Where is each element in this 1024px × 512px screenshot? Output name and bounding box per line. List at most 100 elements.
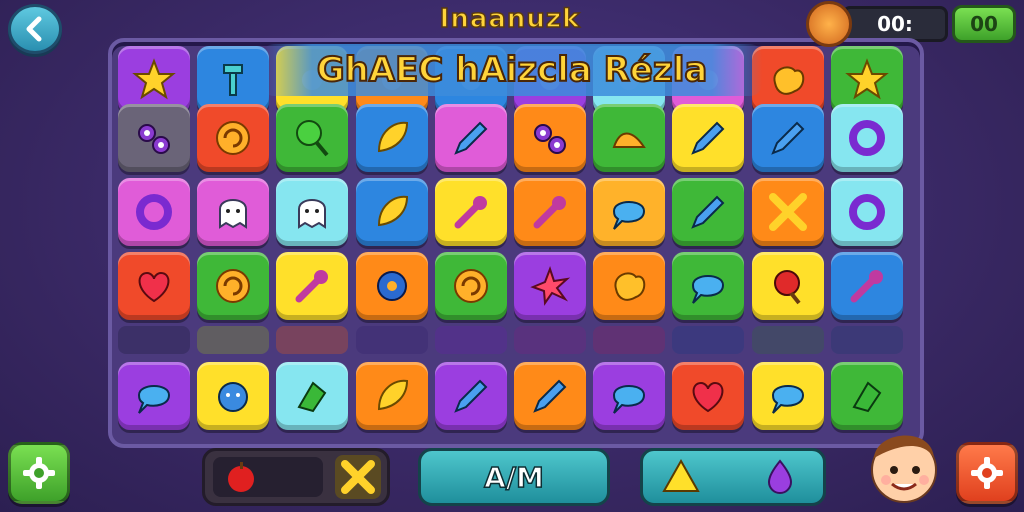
gear-icon — [971, 457, 1003, 489]
drop-icon[interactable] — [765, 458, 795, 494]
triangle-icon[interactable] — [661, 458, 701, 494]
ghost-icon — [298, 199, 327, 229]
wrench-icon — [454, 196, 487, 229]
game-tile[interactable] — [355, 178, 428, 246]
balloon-icon — [296, 120, 329, 157]
game-tile[interactable] — [751, 178, 824, 246]
game-tile[interactable] — [514, 178, 586, 246]
chevron-left-icon — [26, 16, 42, 42]
head-icon — [218, 382, 249, 412]
game-tile[interactable] — [751, 362, 824, 430]
game-tile[interactable] — [276, 252, 349, 320]
mallet-icon — [773, 270, 801, 305]
empty-slot-strip — [276, 326, 349, 354]
speech-bubble-icon — [613, 385, 646, 414]
cross-icon — [768, 193, 807, 231]
leaf-icon — [377, 195, 408, 227]
item-slot-bar — [202, 448, 390, 506]
game-tile[interactable] — [514, 104, 586, 172]
horn-icon — [612, 132, 647, 148]
left-settings-button[interactable] — [8, 442, 70, 504]
game-tile[interactable] — [355, 104, 428, 172]
speech-bubble-icon — [692, 275, 725, 304]
game-tile[interactable] — [434, 362, 507, 430]
pencil-icon — [454, 121, 488, 155]
game-tile[interactable] — [514, 362, 586, 430]
game-tile[interactable] — [672, 178, 745, 246]
blob-icon — [614, 272, 646, 301]
game-tile[interactable] — [434, 252, 507, 320]
game-tile[interactable] — [593, 104, 666, 172]
game-tile[interactable] — [830, 252, 903, 320]
star-icon — [844, 58, 889, 100]
game-tile[interactable] — [118, 252, 190, 320]
game-tile[interactable] — [276, 178, 349, 246]
empty-slot-strip — [355, 326, 428, 354]
game-tile[interactable] — [672, 362, 745, 430]
item-slot[interactable] — [213, 457, 323, 497]
tool-icon — [223, 64, 244, 96]
game-tile[interactable] — [276, 104, 349, 172]
cross-powerup[interactable] — [335, 455, 381, 499]
empty-slot-strip — [118, 326, 190, 354]
game-tile[interactable] — [197, 104, 270, 172]
wrench-icon — [295, 270, 329, 303]
empty-slot-strip — [593, 326, 666, 354]
game-tile[interactable] — [514, 252, 586, 320]
speech-bubble-icon — [613, 201, 646, 230]
center-action-button[interactable]: A/M — [418, 448, 610, 506]
game-tile[interactable] — [672, 252, 745, 320]
powerup-bar — [640, 448, 826, 506]
ghost-icon — [219, 199, 248, 229]
empty-slot-strip — [434, 326, 507, 354]
game-tile[interactable] — [434, 104, 507, 172]
right-settings-button[interactable] — [956, 442, 1018, 504]
gear-icon — [23, 457, 55, 489]
empty-slot-strip — [672, 326, 745, 354]
game-tile[interactable] — [355, 362, 428, 430]
star-icon — [132, 58, 176, 100]
pencil-icon — [691, 121, 725, 155]
pencil-icon — [533, 379, 567, 413]
swirl-icon — [216, 269, 251, 303]
game-tile[interactable] — [830, 178, 903, 246]
hand-icon — [297, 381, 327, 413]
game-tile[interactable] — [751, 104, 824, 172]
game-tile[interactable] — [197, 178, 270, 246]
empty-slot-strip — [830, 326, 903, 354]
game-tile[interactable] — [593, 362, 666, 430]
game-tile[interactable] — [118, 104, 190, 172]
game-tile[interactable] — [751, 252, 824, 320]
game-tile[interactable] — [593, 178, 666, 246]
game-tile[interactable] — [593, 252, 666, 320]
game-tile[interactable] — [434, 178, 507, 246]
player-avatar-icon[interactable] — [806, 1, 852, 47]
game-tile[interactable] — [197, 362, 270, 430]
pencil-icon — [454, 379, 488, 413]
cross-icon — [341, 460, 375, 494]
character-avatar — [871, 435, 937, 503]
empty-slot-strip — [751, 326, 824, 354]
heart-icon — [693, 381, 724, 413]
game-tile[interactable] — [118, 362, 190, 430]
wrench-icon — [850, 270, 883, 303]
empty-slot-strip — [514, 326, 586, 354]
game-tile[interactable] — [197, 252, 270, 320]
score-display: 00 — [952, 5, 1016, 43]
leaf-icon — [377, 379, 408, 411]
empty-slot-strip — [197, 326, 270, 354]
leaf-icon — [377, 121, 408, 153]
timer-display: 00: — [842, 6, 948, 42]
gear-icon — [376, 271, 407, 301]
link-icon — [534, 124, 566, 154]
swirl-icon — [216, 121, 251, 155]
game-tile[interactable] — [276, 362, 349, 430]
game-tile[interactable] — [830, 104, 903, 172]
game-tile[interactable] — [672, 104, 745, 172]
link-icon — [138, 124, 170, 154]
back-button[interactable] — [8, 4, 62, 54]
pencil-icon — [770, 121, 805, 155]
game-tile[interactable] — [118, 178, 190, 246]
heart-icon — [138, 271, 170, 303]
game-tile[interactable] — [355, 252, 428, 320]
